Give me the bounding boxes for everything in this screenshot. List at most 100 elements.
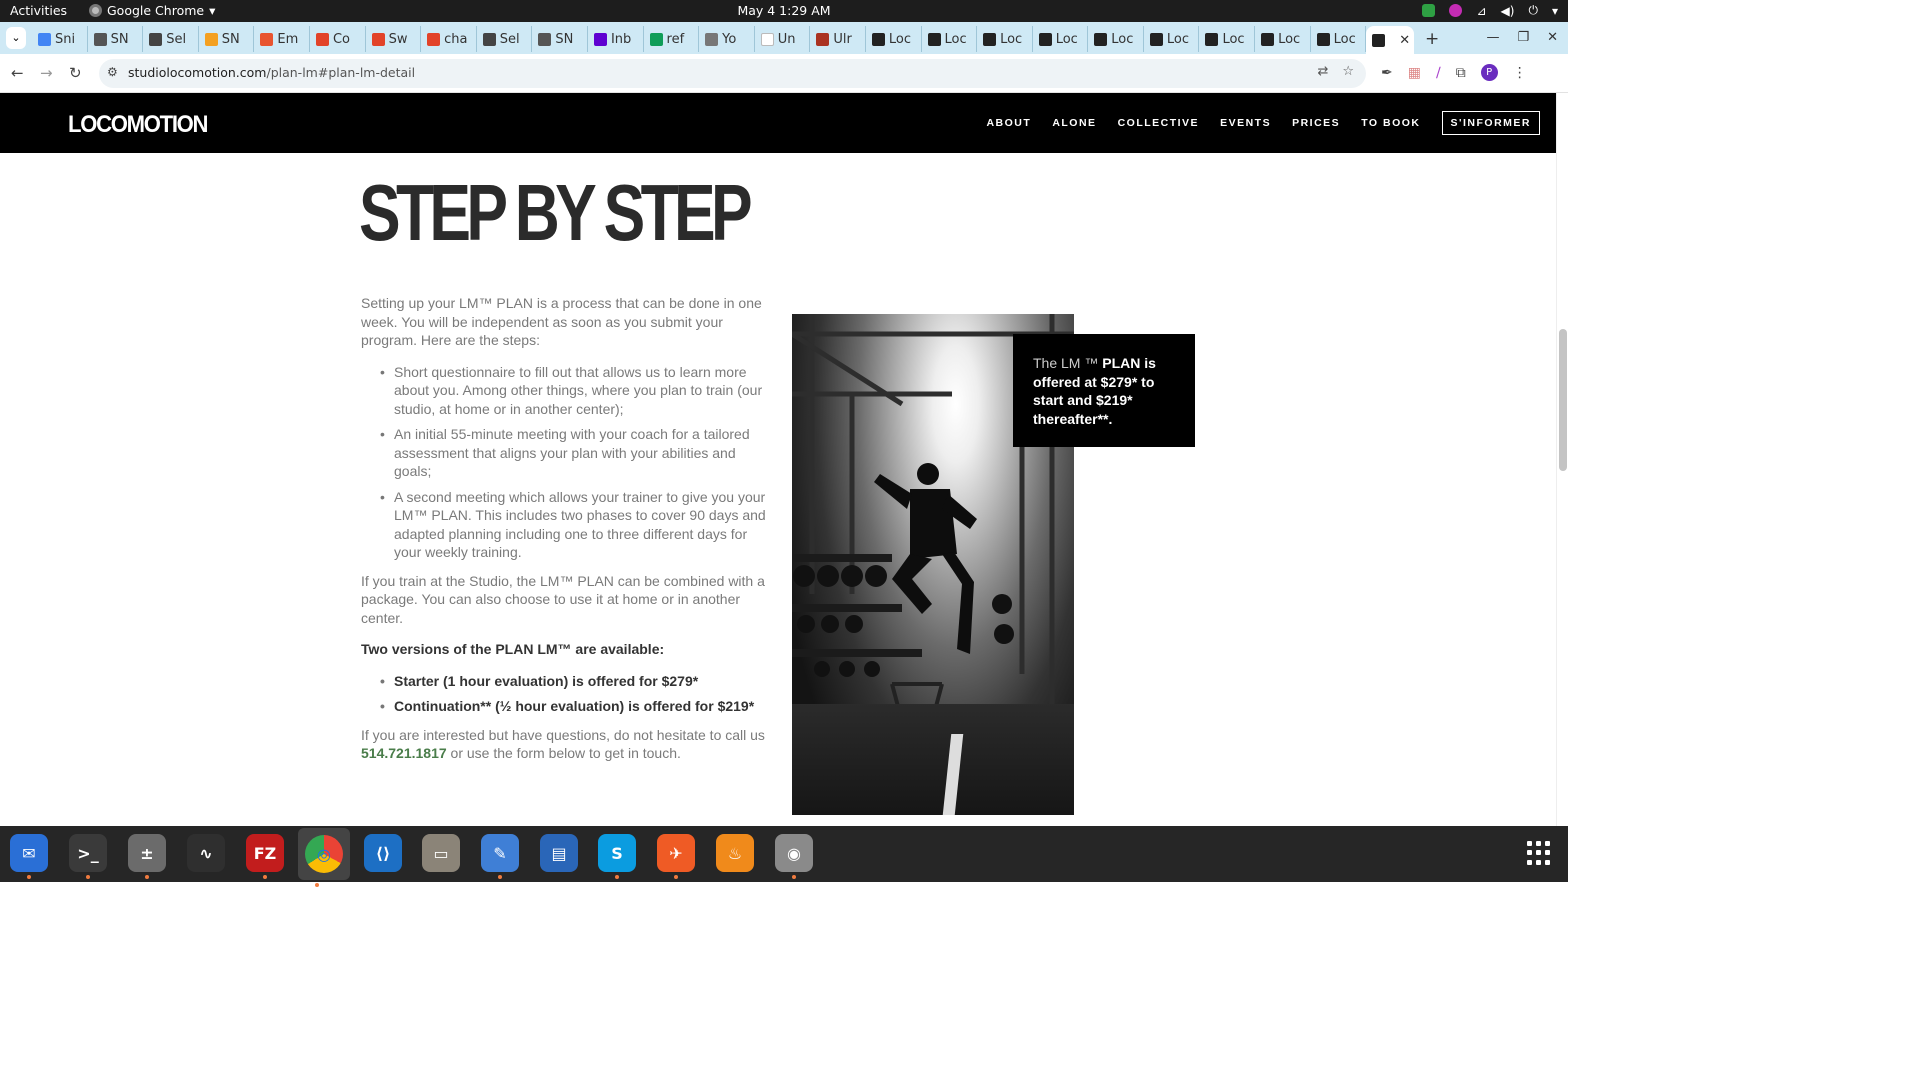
- reload-icon[interactable]: ↻: [69, 64, 82, 82]
- nav-link-events[interactable]: EVENTS: [1220, 117, 1271, 129]
- dock-thunderbird[interactable]: ✉: [10, 834, 48, 879]
- back-icon[interactable]: ←: [11, 64, 24, 82]
- window-controls: — ❐ ✕: [1486, 30, 1558, 45]
- browser-tab[interactable]: Ulr: [810, 26, 866, 52]
- locomotion-icon: [983, 32, 997, 46]
- calendar-extension-icon[interactable]: ▦: [1408, 65, 1421, 81]
- menu-kebab-icon[interactable]: ⋮: [1513, 65, 1527, 81]
- dock-disk-utility[interactable]: ◉: [775, 834, 813, 879]
- network-icon[interactable]: ⊿: [1476, 4, 1486, 18]
- maximize-icon[interactable]: ❐: [1517, 30, 1529, 45]
- intro-text: Setting up your LM™ PLAN is a process th…: [361, 295, 762, 348]
- pen-extension-icon[interactable]: ∕: [1436, 65, 1441, 81]
- browser-tab[interactable]: Loc: [922, 26, 978, 52]
- extension-tray-icon[interactable]: [1449, 4, 1463, 17]
- dock-system-monitor[interactable]: ∿: [187, 834, 225, 872]
- dock-postman[interactable]: ✈: [657, 834, 695, 879]
- dock-chrome[interactable]: ◎: [298, 828, 350, 887]
- browser-tab[interactable]: Em: [254, 26, 310, 52]
- close-window-icon[interactable]: ✕: [1547, 30, 1558, 45]
- browser-tab[interactable]: Loc: [1199, 26, 1256, 52]
- page-scrollbar[interactable]: [1556, 93, 1568, 826]
- browser-tab[interactable]: Yo: [699, 26, 755, 52]
- locomotion-icon: [1094, 32, 1108, 46]
- locomotion-icon: [1316, 32, 1330, 46]
- plan-description: Setting up your LM™ PLAN is a process th…: [361, 294, 769, 776]
- dock-files[interactable]: ▭: [422, 834, 460, 872]
- power-icon[interactable]: ⏻: [1528, 3, 1538, 18]
- docs-icon: [38, 32, 51, 46]
- show-apps-grid-icon[interactable]: [1527, 841, 1551, 865]
- close-tab-icon[interactable]: ✕: [1399, 33, 1410, 48]
- browser-tab[interactable]: Loc: [1088, 26, 1144, 52]
- system-tray[interactable]: ⊿ ◀) ⏻ ▾: [1422, 3, 1558, 18]
- forward-icon[interactable]: →: [40, 64, 53, 82]
- page-viewport: LOCOMOTION ABOUT ALONE COLLECTIVE EVENTS PRI…: [0, 93, 1556, 826]
- nav-link-collective[interactable]: COLLECTIVE: [1118, 117, 1200, 129]
- scrollbar-thumb[interactable]: [1559, 329, 1567, 471]
- dock-flame[interactable]: ♨: [716, 834, 754, 872]
- locomotion-icon: [1261, 32, 1275, 46]
- site-info-icon[interactable]: ⚙: [107, 65, 118, 79]
- browser-tab[interactable]: SN: [88, 26, 144, 52]
- browser-tab[interactable]: Sel: [143, 26, 199, 52]
- phone-link[interactable]: 514.721.1817: [361, 745, 447, 761]
- browser-tab[interactable]: Loc: [1033, 26, 1089, 52]
- dock-text-editor[interactable]: ✎: [481, 834, 519, 879]
- tab-list: Sni SN Sel SN Em Co Sw cha Sel SN Inb ref Yo Un Ulr Loc…: [32, 26, 1415, 54]
- postman-icon: ✈: [657, 834, 695, 872]
- inform-button[interactable]: S'INFORMER: [1441, 111, 1540, 135]
- volume-icon[interactable]: ◀): [1501, 4, 1515, 18]
- chevron-down-icon[interactable]: ▾: [1552, 4, 1558, 18]
- browser-tab[interactable]: Co: [310, 26, 366, 52]
- browser-tab[interactable]: cha: [421, 26, 477, 52]
- minimize-icon[interactable]: —: [1486, 30, 1499, 45]
- browser-tab[interactable]: ref: [644, 26, 700, 52]
- browser-tab[interactable]: Un: [755, 26, 811, 52]
- eyedropper-icon[interactable]: ✒: [1381, 65, 1393, 81]
- browser-tab[interactable]: SN: [199, 26, 255, 52]
- translate-icon[interactable]: ⇄: [1317, 64, 1328, 79]
- locomotion-icon: [1205, 32, 1219, 46]
- browser-tab[interactable]: Loc: [1144, 26, 1200, 52]
- browser-tab[interactable]: Loc: [977, 26, 1033, 52]
- browser-tab-active[interactable]: ✕: [1366, 26, 1415, 54]
- site-logo[interactable]: LOCOMOTION: [68, 111, 209, 139]
- address-bar[interactable]: ⚙ studiolocomotion.com/plan-lm#plan-lm-d…: [99, 59, 1366, 88]
- dock-terminal[interactable]: >_: [69, 834, 107, 879]
- tab-label: Yo: [722, 31, 737, 47]
- browser-tab[interactable]: Loc: [866, 26, 922, 52]
- nav-link-prices[interactable]: PRICES: [1292, 117, 1340, 129]
- tab-label: Inb: [610, 31, 632, 47]
- locomotion-icon: [1149, 32, 1163, 46]
- running-indicator: [315, 883, 319, 887]
- clock[interactable]: May 4 1:29 AM: [0, 3, 1568, 18]
- browser-tab[interactable]: Sw: [366, 26, 422, 52]
- bookmark-star-icon[interactable]: ☆: [1342, 64, 1354, 79]
- site-header: LOCOMOTION ABOUT ALONE COLLECTIVE EVENTS PRI…: [0, 93, 1556, 153]
- nav-link-about[interactable]: ABOUT: [986, 117, 1031, 129]
- list-item: A second meeting which allows your train…: [361, 488, 769, 562]
- nav-link-alone[interactable]: ALONE: [1052, 117, 1096, 129]
- browser-tab[interactable]: Sni: [32, 26, 88, 52]
- browser-tab[interactable]: Sel: [477, 26, 533, 52]
- versions-title: Two versions of the PLAN LM™ are availab…: [361, 641, 665, 657]
- shield-check-icon[interactable]: [1422, 4, 1436, 17]
- dock-calculator[interactable]: ±: [128, 834, 166, 879]
- dock-libreoffice-writer[interactable]: ▤: [540, 834, 578, 872]
- dock-filezilla[interactable]: FZ: [246, 834, 284, 879]
- dock-vscode[interactable]: ⟨⟩: [364, 834, 402, 872]
- dock-skype[interactable]: S: [598, 834, 636, 879]
- extensions-puzzle-icon[interactable]: ⧉: [1456, 65, 1466, 81]
- profile-avatar[interactable]: P: [1480, 64, 1498, 81]
- new-tab-button[interactable]: +: [1425, 29, 1439, 49]
- browser-tab[interactable]: Loc: [1311, 26, 1367, 52]
- browser-tab[interactable]: Loc: [1255, 26, 1311, 52]
- browser-tab[interactable]: Inb: [588, 26, 644, 52]
- browser-tab[interactable]: SN: [532, 26, 588, 52]
- tab-label: Sel: [166, 31, 187, 47]
- tab-search-button[interactable]: ⌄: [6, 27, 26, 49]
- studio-note: If you train at the Studio, the LM™ PLAN…: [361, 572, 765, 626]
- nav-link-to-book[interactable]: TO BOOK: [1361, 117, 1420, 129]
- url-text[interactable]: studiolocomotion.com/plan-lm#plan-lm-det…: [128, 65, 415, 80]
